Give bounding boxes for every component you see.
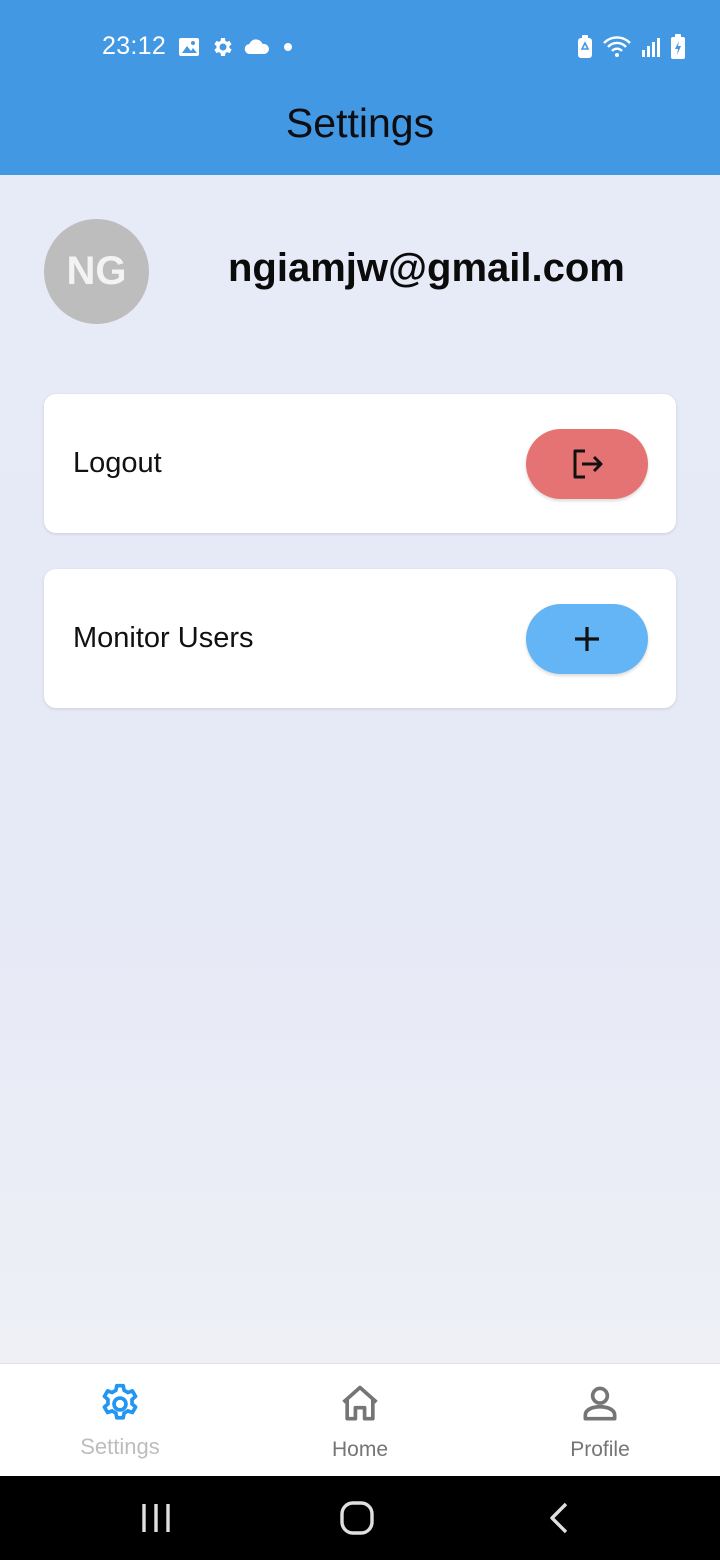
nav-profile-label: Profile [570,1438,630,1461]
page-title: Settings [285,100,435,146]
profile-row: NG ngiamjw@gmail.com [44,219,684,324]
nav-settings[interactable]: Settings [0,1364,240,1477]
gallery-icon [179,38,199,56]
home-icon [342,1385,378,1421]
recents-icon[interactable] [136,1498,176,1538]
status-left-icons [178,34,296,60]
wifi-icon [603,36,631,57]
monitor-users-label: Monitor Users [73,622,254,654]
home-circle-icon[interactable] [337,1498,377,1538]
add-monitor-user-button[interactable] [526,604,648,674]
bottom-navigation: Settings Home Profile [0,1363,720,1476]
gear-icon [102,1383,138,1420]
cloud-icon [244,39,269,55]
nav-settings-label: Settings [80,1434,160,1459]
person-icon [583,1386,617,1421]
system-navigation-bar [0,1476,720,1560]
notification-dot-icon [284,43,292,51]
logout-card: Logout [44,394,676,533]
status-time: 23:12 [102,32,167,60]
signal-icon [642,38,660,57]
avatar: NG [44,219,149,324]
plus-icon [575,627,599,651]
nav-home-label: Home [331,1438,389,1461]
status-bar: 23:12 [0,0,720,92]
monitor-users-card: Monitor Users [44,569,676,708]
back-icon[interactable] [540,1498,580,1538]
settings-content: NG ngiamjw@gmail.com Logout Monitor User… [0,175,720,1363]
logout-icon [573,449,603,479]
battery-saver-icon [578,35,592,58]
nav-profile[interactable]: Profile [480,1364,720,1477]
app-header: 23:12 Settings [0,0,720,175]
logout-button[interactable] [526,429,648,499]
status-right-icons [576,33,686,61]
user-email: ngiamjw@gmail.com [228,246,625,290]
logout-label: Logout [73,447,162,479]
nav-home[interactable]: Home [240,1364,480,1477]
settings-gear-icon [214,38,232,56]
battery-charging-icon [671,34,685,59]
